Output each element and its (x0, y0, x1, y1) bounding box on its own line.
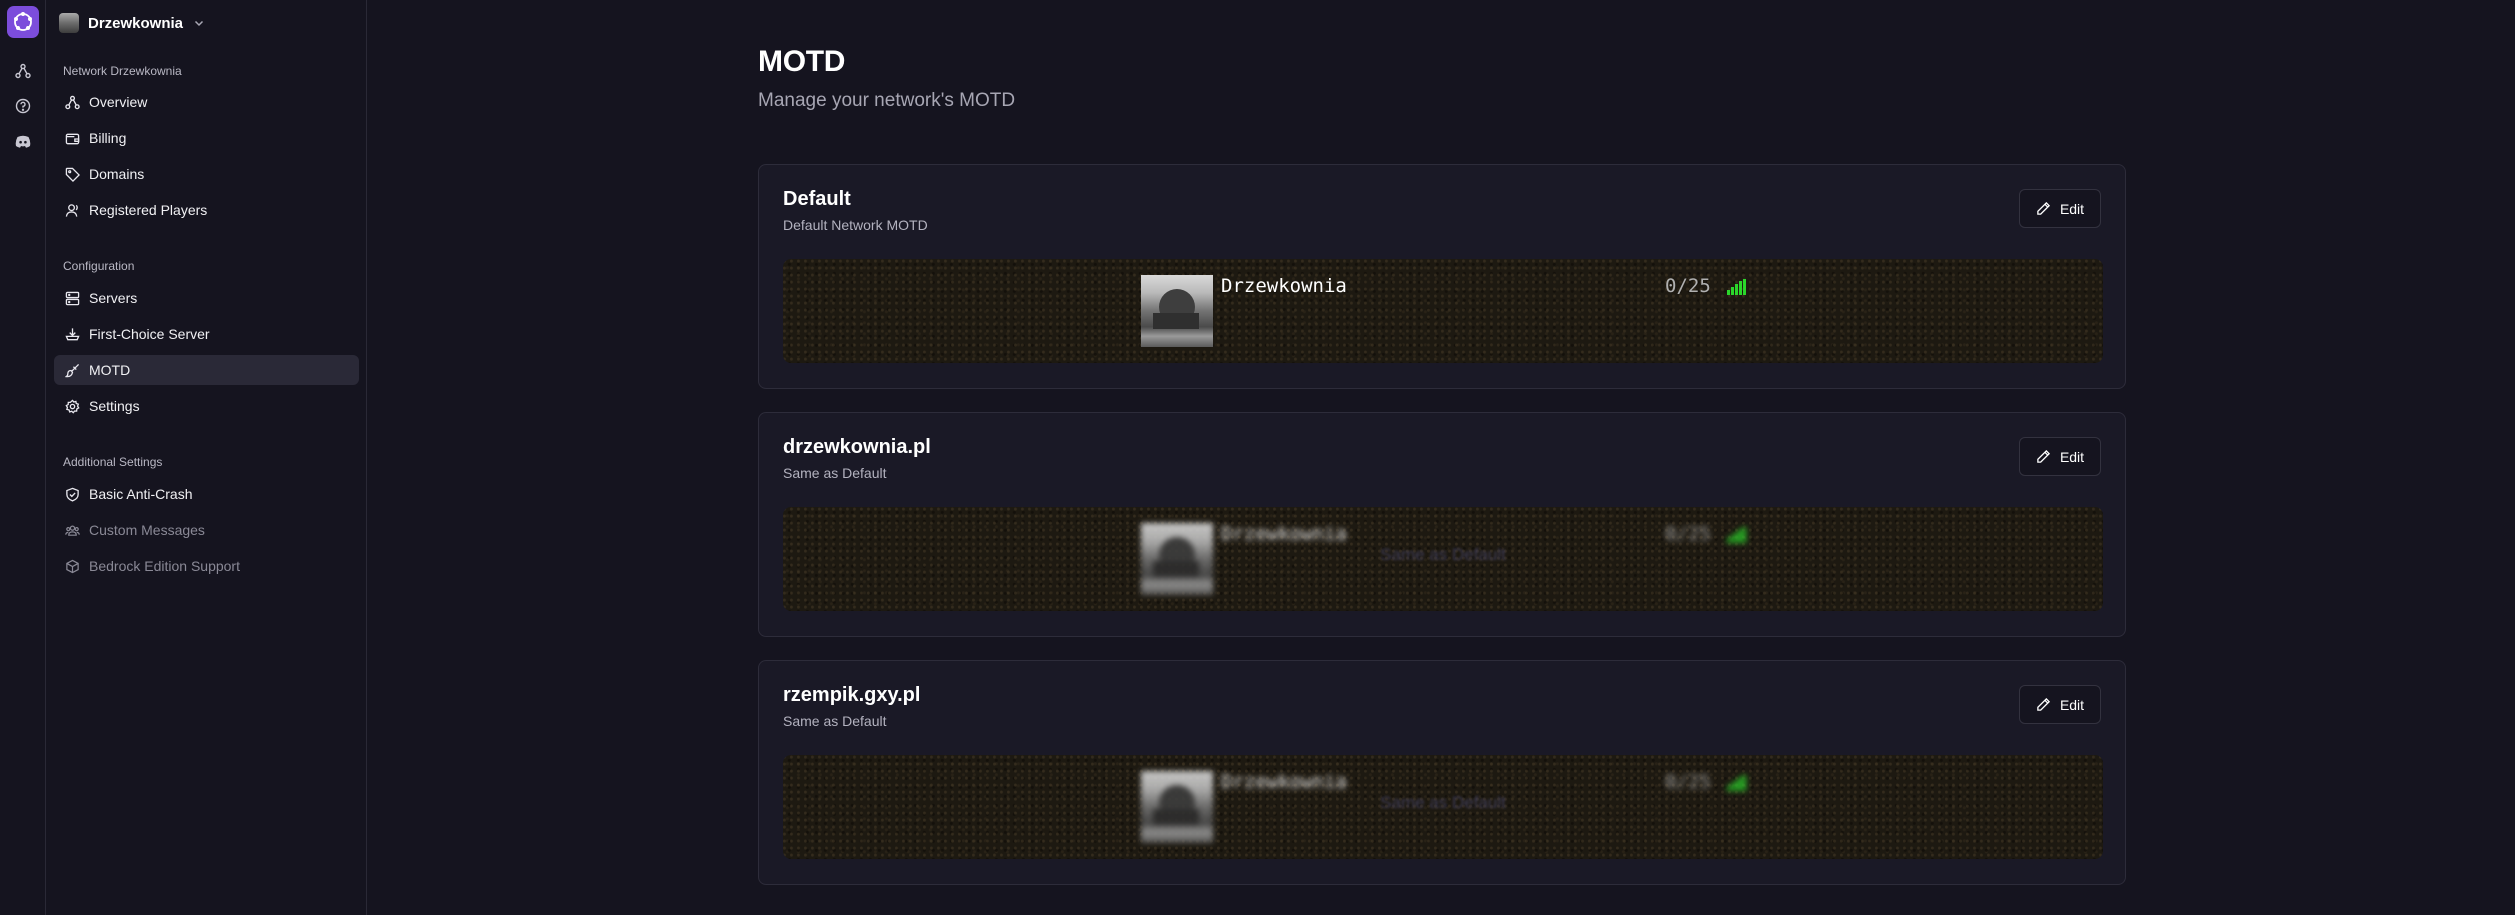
page-title: MOTD (758, 45, 846, 78)
card-title: drzewkownia.pl (783, 436, 931, 458)
signal-bars-icon (1727, 279, 1746, 295)
motd-player-count: 0/25 (1665, 275, 1711, 297)
sidebar-item-bedrock-edition-support[interactable]: Bedrock Edition Support (54, 551, 359, 581)
workspace-avatar (59, 13, 79, 33)
sidebar: Drzewkownia Network Drzewkownia Overview… (46, 0, 367, 915)
motd-card-drzewkownia-pl: drzewkownia.pl Same as Default Edit Drze… (758, 412, 2126, 637)
edit-button[interactable]: Edit (2019, 189, 2101, 228)
discord-icon[interactable] (13, 131, 33, 151)
user-icon (64, 202, 80, 218)
sidebar-item-registered-players[interactable]: Registered Players (54, 195, 359, 225)
help-icon[interactable] (13, 96, 33, 116)
motd-player-count: 0/25 (1665, 771, 1711, 793)
nav-section-additional-settings: Additional Settings (63, 455, 163, 469)
cube-icon (64, 558, 80, 574)
tag-icon (64, 166, 80, 182)
motd-server-name: Drzewkownia (1221, 275, 1347, 297)
edit-button[interactable]: Edit (2019, 437, 2101, 476)
nav-section-configuration: Configuration (63, 259, 135, 273)
sidebar-item-settings[interactable]: Settings (54, 391, 359, 421)
brush-icon (64, 362, 80, 378)
shield-icon (64, 486, 80, 502)
same-as-default-overlay: Same as Default (1380, 545, 1506, 564)
edit-button-label: Edit (2059, 448, 2085, 465)
server-thumbnail (1141, 275, 1213, 347)
motd-preview-content: Drzewkownia 0/25 (783, 259, 2103, 363)
edit-button-label: Edit (2059, 696, 2085, 713)
sidebar-item-label: Settings (89, 398, 140, 414)
motd-player-count: 0/25 (1665, 523, 1711, 545)
sidebar-item-label: Bedrock Edition Support (89, 558, 240, 574)
wallet-icon (64, 130, 80, 146)
server-icon (64, 290, 80, 306)
edit-button-label: Edit (2059, 200, 2085, 217)
sidebar-item-label: First-Choice Server (89, 326, 210, 342)
sidebar-item-overview[interactable]: Overview (54, 87, 359, 117)
app-logo-icon[interactable] (7, 6, 39, 38)
card-subtitle: Same as Default (783, 465, 887, 481)
download-tray-icon (64, 326, 80, 342)
sidebar-item-domains[interactable]: Domains (54, 159, 359, 189)
workspace-switcher[interactable]: Drzewkownia (59, 11, 206, 35)
sidebar-item-label: Basic Anti-Crash (89, 486, 193, 502)
card-subtitle: Same as Default (783, 713, 887, 729)
page-subtitle: Manage your network's MOTD (758, 90, 1016, 111)
motd-card-rzempik-gxy-pl: rzempik.gxy.pl Same as Default Edit Drze… (758, 660, 2126, 885)
network-icon (64, 94, 80, 110)
sidebar-item-label: Custom Messages (89, 522, 205, 538)
card-title: rzempik.gxy.pl (783, 684, 921, 706)
signal-bars-icon (1727, 527, 1746, 543)
sidebar-item-label: Registered Players (89, 202, 208, 218)
motd-preview: Drzewkownia 0/25 Same as Default (783, 755, 2103, 859)
sidebar-item-label: MOTD (89, 362, 131, 378)
users-icon (64, 522, 80, 538)
edit-button[interactable]: Edit (2019, 685, 2101, 724)
sidebar-item-first-choice-server[interactable]: First-Choice Server (54, 319, 359, 349)
motd-card-default: Default Default Network MOTD Edit Drzewk… (758, 164, 2126, 389)
sidebar-item-label: Servers (89, 290, 138, 306)
pencil-icon (2036, 697, 2052, 713)
pencil-icon (2036, 201, 2052, 217)
motd-server-name: Drzewkownia (1221, 771, 1347, 793)
same-as-default-overlay: Same as Default (1380, 793, 1506, 812)
chevron-down-icon (192, 16, 206, 30)
sidebar-item-motd[interactable]: MOTD (54, 355, 359, 385)
card-subtitle: Default Network MOTD (783, 217, 928, 233)
icon-rail (0, 0, 46, 915)
gear-icon (64, 398, 80, 414)
signal-bars-icon (1727, 775, 1746, 791)
sidebar-item-billing[interactable]: Billing (54, 123, 359, 153)
sidebar-item-label: Overview (89, 94, 148, 110)
sidebar-item-custom-messages[interactable]: Custom Messages (54, 515, 359, 545)
workspace-name: Drzewkownia (88, 14, 184, 32)
network-icon[interactable] (13, 61, 33, 81)
nav-section-network: Network Drzewkownia (63, 64, 182, 78)
pencil-icon (2036, 449, 2052, 465)
motd-preview: Drzewkownia 0/25 Same as Default (783, 507, 2103, 611)
card-title: Default (783, 188, 851, 210)
sidebar-item-basic-anti-crash[interactable]: Basic Anti-Crash (54, 479, 359, 509)
sidebar-item-label: Domains (89, 166, 145, 182)
sidebar-item-label: Billing (89, 130, 127, 146)
app-root: Drzewkownia Network Drzewkownia Overview… (0, 0, 2515, 915)
motd-server-name: Drzewkownia (1221, 523, 1347, 545)
motd-preview: Drzewkownia 0/25 (783, 259, 2103, 363)
sidebar-item-servers[interactable]: Servers (54, 283, 359, 313)
